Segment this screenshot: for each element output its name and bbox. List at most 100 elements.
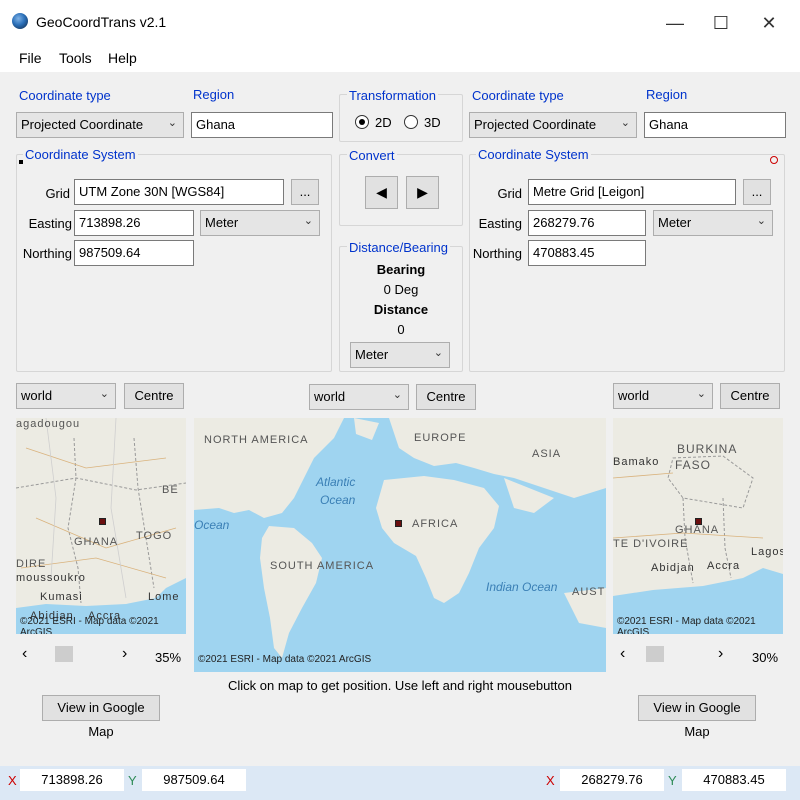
radio-3d[interactable] — [404, 115, 418, 129]
right-easting-label: Easting — [478, 216, 522, 231]
globe-icon — [12, 13, 28, 29]
left-map-extent-select[interactable]: world ⌄ — [16, 383, 116, 409]
right-zoom-value: 30% — [752, 650, 779, 665]
status-left-y-label: Y — [128, 773, 137, 788]
location-marker-icon — [99, 518, 106, 525]
left-zoom-value: 35% — [155, 650, 182, 665]
menu-tools[interactable]: Tools — [59, 50, 92, 66]
menu-help[interactable]: Help — [108, 50, 137, 66]
map-label: agadougou — [16, 418, 81, 430]
left-easting-unit-select[interactable]: Meter ⌄ — [200, 210, 320, 236]
mid-map-extent-value: world — [314, 389, 346, 404]
radio-2d-label: 2D — [375, 115, 392, 130]
chevron-down-icon: ⌄ — [392, 389, 402, 401]
map-label: Lagos — [751, 546, 783, 558]
left-region-input[interactable]: Ghana — [191, 112, 333, 138]
right-view-google-map-button[interactable]: View in Google Map — [638, 695, 756, 739]
map-label: BURKINA — [677, 442, 738, 456]
convert-left-button[interactable]: ◀ — [365, 176, 398, 209]
left-zoom-slider-thumb[interactable] — [55, 646, 73, 662]
chevron-down-icon: ⌄ — [303, 215, 313, 227]
left-browse-button[interactable]: ... — [291, 179, 319, 205]
right-centre-button[interactable]: Centre — [720, 383, 780, 409]
distance-bearing-title: Distance/Bearing — [347, 240, 450, 255]
left-map-extent-value: world — [21, 388, 53, 403]
map-label: NORTH AMERICA — [204, 434, 309, 446]
right-scroll-left-icon[interactable]: ‹ — [620, 645, 625, 663]
right-grid-input[interactable]: Metre Grid [Leigon] — [528, 179, 736, 205]
status-left-y-value: 987509.64 — [142, 769, 246, 791]
right-zoom-slider-thumb[interactable] — [646, 646, 664, 662]
map-label: BE — [162, 484, 179, 496]
map-hint-text: Click on map to get position. Use left a… — [228, 678, 572, 693]
status-circle-icon — [770, 156, 778, 164]
map-credit: ©2021 ESRI - Map data ©2021 ArcGIS — [617, 616, 756, 634]
mid-centre-button[interactable]: Centre — [416, 384, 476, 410]
right-region-label: Region — [646, 87, 688, 102]
left-centre-button[interactable]: Centre — [124, 383, 184, 409]
right-easting-input[interactable]: 268279.76 — [528, 210, 646, 236]
right-scroll-right-icon[interactable]: › — [718, 645, 723, 663]
mid-map-extent-select[interactable]: world ⌄ — [309, 384, 409, 410]
left-scroll-right-icon[interactable]: › — [122, 645, 127, 663]
status-left-x-label: X — [8, 773, 17, 788]
map-label: DIRE — [16, 558, 47, 570]
minimize-button[interactable]: — — [652, 8, 698, 38]
map-label: Bamako — [613, 456, 660, 468]
map-label: AUSTR — [572, 586, 606, 598]
right-easting-unit-value: Meter — [658, 215, 692, 230]
left-coord-type-value: Projected Coordinate — [21, 117, 144, 132]
left-region-label: Region — [193, 87, 235, 102]
right-northing-input[interactable]: 470883.45 — [528, 240, 646, 266]
map-label: Accra — [707, 560, 741, 572]
distance-value: 0 — [397, 322, 405, 337]
chevron-down-icon: ⌄ — [756, 215, 766, 227]
left-grid-label: Grid — [45, 186, 70, 201]
status-right-x-value: 268279.76 — [560, 769, 664, 791]
radio-2d[interactable] — [355, 115, 369, 129]
right-browse-button[interactable]: ... — [743, 179, 771, 205]
chevron-down-icon: ⌄ — [620, 117, 630, 129]
map-label: Ocean — [320, 493, 356, 507]
location-marker-icon — [695, 518, 702, 525]
map-credit: ©2021 ESRI - Map data ©2021 ArcGIS — [20, 616, 159, 634]
chevron-down-icon: ⌄ — [433, 347, 443, 359]
map-label: Indian Ocean — [486, 580, 558, 594]
map-label: moussoukro — [16, 572, 86, 584]
left-northing-input[interactable]: 987509.64 — [74, 240, 194, 266]
right-map-extent-select[interactable]: world ⌄ — [613, 383, 713, 409]
convert-right-button[interactable]: ▶ — [406, 176, 439, 209]
bearing-value: 0 Deg — [383, 282, 419, 297]
right-easting-unit-select[interactable]: Meter ⌄ — [653, 210, 773, 236]
world-map[interactable]: NORTH AMERICA EUROPE ASIA Atlantic Ocean… — [194, 418, 606, 672]
right-map[interactable]: BURKINA FASO Bamako GHANA TE D'IVOIRE Ab… — [613, 418, 783, 634]
map-label: TOGO — [136, 530, 173, 542]
chevron-down-icon: ⌄ — [167, 117, 177, 129]
left-easting-label: Easting — [28, 216, 72, 231]
close-button[interactable]: ✕ — [746, 8, 792, 38]
left-view-google-map-button[interactable]: View in Google Map — [42, 695, 160, 739]
convert-title: Convert — [347, 148, 397, 163]
map-label: EUROPE — [414, 432, 467, 444]
menu-file[interactable]: File — [19, 50, 42, 66]
maximize-button[interactable]: ☐ — [698, 8, 744, 38]
left-easting-unit-value: Meter — [205, 215, 239, 230]
left-easting-input[interactable]: 713898.26 — [74, 210, 194, 236]
status-right-y-value: 470883.45 — [682, 769, 786, 791]
map-label: SOUTH AMERICA — [270, 560, 375, 572]
distance-unit-select[interactable]: Meter ⌄ — [350, 342, 450, 368]
left-grid-input[interactable]: UTM Zone 30N [WGS84] — [74, 179, 284, 205]
left-northing-label: Northing — [22, 246, 72, 261]
map-label: AFRICA — [412, 518, 459, 530]
radio-3d-label: 3D — [424, 115, 441, 130]
map-label: ASIA — [532, 448, 562, 460]
left-coord-type-label: Coordinate type — [19, 88, 111, 103]
left-scroll-left-icon[interactable]: ‹ — [22, 645, 27, 663]
left-coord-type-select[interactable]: Projected Coordinate ⌄ — [16, 112, 184, 138]
location-marker-icon — [395, 520, 402, 527]
chevron-down-icon: ⌄ — [696, 388, 706, 400]
left-map[interactable]: agadougou BE GHANA TOGO DIRE moussoukro … — [16, 418, 186, 634]
right-region-input[interactable]: Ghana — [644, 112, 786, 138]
right-coord-type-select[interactable]: Projected Coordinate ⌄ — [469, 112, 637, 138]
map-credit: ©2021 ESRI - Map data ©2021 ArcGIS — [198, 654, 372, 665]
